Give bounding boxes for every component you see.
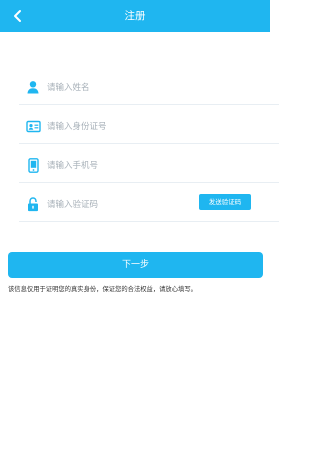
user-icon: [25, 79, 41, 95]
code-input[interactable]: [47, 197, 192, 213]
next-step-button[interactable]: 下一步: [8, 252, 263, 278]
send-code-button[interactable]: 发送验证码: [199, 194, 251, 210]
phone-input[interactable]: [47, 158, 217, 174]
phone-row: [19, 151, 279, 183]
id-number-divider: [19, 143, 279, 144]
name-row: [19, 73, 279, 105]
app-header: 注册: [0, 0, 270, 32]
name-input[interactable]: [47, 80, 217, 96]
code-divider: [19, 221, 279, 222]
id-card-icon: [25, 118, 41, 134]
phone-divider: [19, 182, 279, 183]
code-row: 发送验证码: [19, 190, 279, 222]
privacy-notice: 该信息仅用于证明您的真实身份，保证您的合法权益，请放心填写。: [8, 286, 197, 293]
name-divider: [19, 104, 279, 105]
lock-icon: [25, 196, 41, 212]
id-number-input[interactable]: [47, 119, 217, 135]
mobile-phone-icon: [25, 157, 41, 173]
page-title: 注册: [124, 10, 146, 22]
id-number-row: [19, 112, 279, 144]
